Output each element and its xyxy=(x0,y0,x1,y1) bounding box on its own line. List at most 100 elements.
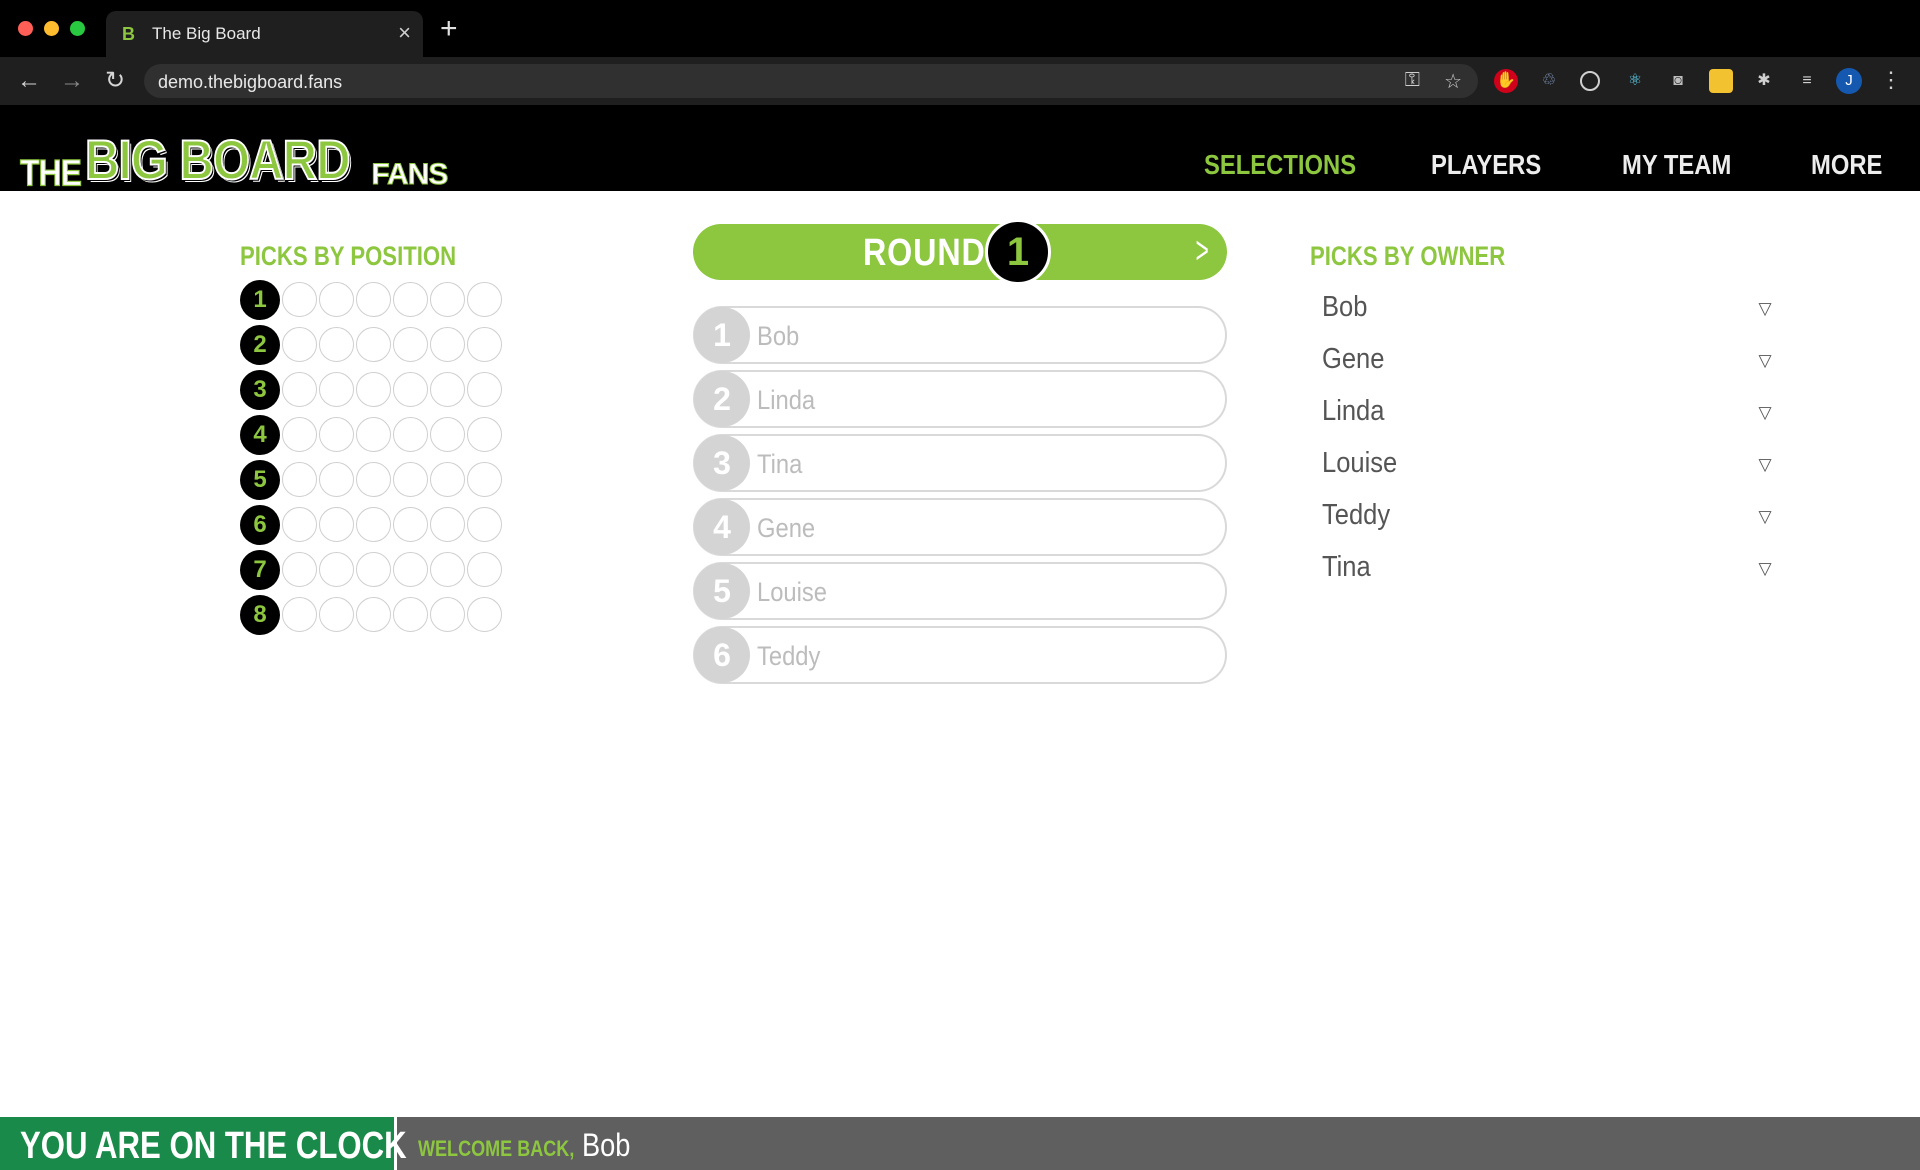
pick-number: 2 xyxy=(694,371,750,427)
pick-slot xyxy=(430,417,465,452)
tab-close-icon[interactable]: × xyxy=(398,21,411,45)
new-tab-icon[interactable]: + xyxy=(440,14,458,44)
pick-slot xyxy=(430,282,465,317)
triangle-down-icon[interactable]: ▽ xyxy=(1750,349,1780,373)
on-the-clock-badge: YOU ARE ON THE CLOCK xyxy=(0,1117,407,1170)
pick-slot xyxy=(393,552,428,587)
triangle-down-icon[interactable]: ▽ xyxy=(1750,557,1780,581)
owner-name: Tina xyxy=(1322,551,1371,583)
owner-row[interactable]: Teddy ▽ xyxy=(1310,495,1780,539)
pick-row[interactable]: 2 Linda xyxy=(693,370,1227,428)
pick-row[interactable]: 3 Tina xyxy=(693,434,1227,492)
pick-owner: Teddy xyxy=(757,641,821,671)
profile-avatar[interactable]: J xyxy=(1836,68,1862,94)
pick-row[interactable]: 5 Louise xyxy=(693,562,1227,620)
nav-my-team[interactable]: MY TEAM xyxy=(1622,149,1731,181)
window-zoom-button[interactable] xyxy=(70,21,85,36)
forward-icon[interactable]: → xyxy=(57,66,87,96)
logo-the: THE xyxy=(20,152,83,195)
pick-slot xyxy=(430,552,465,587)
pick-slot xyxy=(356,507,391,542)
owner-row[interactable]: Tina ▽ xyxy=(1310,547,1780,591)
pick-slot xyxy=(430,507,465,542)
round-number: 1 xyxy=(985,219,1051,285)
key-icon[interactable]: ⚿ xyxy=(1405,69,1420,92)
browser-tab[interactable]: B The Big Board × xyxy=(106,11,423,57)
pick-row[interactable]: 1 Bob xyxy=(693,306,1227,364)
chevron-right-icon[interactable]: > xyxy=(1195,232,1208,270)
pick-number: 1 xyxy=(694,307,750,363)
back-icon[interactable]: ← xyxy=(14,66,44,96)
pick-slot xyxy=(319,597,354,632)
position-number: 6 xyxy=(240,505,280,545)
pick-slot xyxy=(282,417,317,452)
site-logo[interactable]: THE BIG BOARD FANS xyxy=(20,127,449,194)
nav-players[interactable]: PLAYERS xyxy=(1431,149,1541,181)
triangle-down-icon[interactable]: ▽ xyxy=(1750,505,1780,529)
pick-slot xyxy=(467,552,502,587)
pick-slot xyxy=(356,597,391,632)
round-label: ROUND xyxy=(863,232,986,274)
pick-slot xyxy=(319,462,354,497)
pick-slot xyxy=(319,417,354,452)
pick-slot xyxy=(356,552,391,587)
react-devtools-icon[interactable]: ⚛ xyxy=(1623,69,1647,93)
triangle-down-icon[interactable]: ▽ xyxy=(1750,297,1780,321)
pick-slot xyxy=(393,417,428,452)
pick-row[interactable]: 4 Gene xyxy=(693,498,1227,556)
triangle-down-icon[interactable]: ▽ xyxy=(1750,453,1780,477)
pick-number: 4 xyxy=(694,499,750,555)
pick-slot xyxy=(467,462,502,497)
pick-slot xyxy=(319,552,354,587)
owner-row[interactable]: Gene ▽ xyxy=(1310,339,1780,383)
owner-name: Louise xyxy=(1322,447,1398,479)
pick-slot xyxy=(393,507,428,542)
position-number: 2 xyxy=(240,325,280,365)
adblock-extension-icon[interactable]: ✋ xyxy=(1494,69,1518,93)
pick-slot xyxy=(282,372,317,407)
pick-slot xyxy=(319,372,354,407)
pick-slot xyxy=(356,282,391,317)
url-text: demo.thebigboard.fans xyxy=(158,72,343,92)
pick-slot xyxy=(319,282,354,317)
pick-slot xyxy=(467,372,502,407)
owner-row[interactable]: Bob ▽ xyxy=(1310,287,1780,331)
nav-more[interactable]: MORE xyxy=(1811,149,1882,181)
owner-name: Bob xyxy=(1322,291,1368,323)
pick-slot xyxy=(393,282,428,317)
pick-slot xyxy=(282,597,317,632)
welcome-label: WELCOME BACK, xyxy=(418,1136,575,1161)
browser-toolbar: ← → ↻ demo.thebigboard.fans ⚿ ☆ ✋ ♲ ⚛ ◙ … xyxy=(0,57,1920,105)
reload-icon[interactable]: ↻ xyxy=(100,66,130,96)
notes-extension-icon[interactable] xyxy=(1709,69,1733,93)
nav-selections[interactable]: SELECTIONS xyxy=(1204,149,1356,181)
pick-slot xyxy=(467,597,502,632)
more-menu-icon[interactable]: ⋮ xyxy=(1880,67,1902,93)
window-close-button[interactable] xyxy=(18,21,33,36)
puzzle-extensions-icon[interactable]: ✱ xyxy=(1752,69,1776,93)
window-minimize-button[interactable] xyxy=(44,21,59,36)
media-queue-icon[interactable]: ≡ xyxy=(1795,69,1819,93)
pick-slot xyxy=(356,417,391,452)
pick-slot xyxy=(467,327,502,362)
favicon-icon: B xyxy=(122,24,135,44)
pick-owner: Bob xyxy=(757,321,800,351)
logo-big-board: BIG BOARD xyxy=(85,127,352,192)
recycle-extension-icon[interactable]: ♲ xyxy=(1537,69,1561,93)
owner-name: Linda xyxy=(1322,395,1385,427)
pick-slot xyxy=(356,372,391,407)
on-the-clock-text: YOU ARE ON THE CLOCK xyxy=(20,1125,407,1167)
status-footer: YOU ARE ON THE CLOCK WELCOME BACK, Bob xyxy=(0,1117,1920,1170)
owner-row[interactable]: Linda ▽ xyxy=(1310,391,1780,435)
pick-slot xyxy=(319,507,354,542)
address-bar[interactable]: demo.thebigboard.fans ⚿ ☆ xyxy=(144,64,1478,98)
camera-extension-icon[interactable]: ◙ xyxy=(1666,69,1690,93)
pick-row[interactable]: 6 Teddy xyxy=(693,626,1227,684)
owner-name: Gene xyxy=(1322,343,1385,375)
triangle-down-icon[interactable]: ▽ xyxy=(1750,401,1780,425)
pick-slot xyxy=(282,552,317,587)
owner-row[interactable]: Louise ▽ xyxy=(1310,443,1780,487)
star-icon[interactable]: ☆ xyxy=(1444,69,1462,94)
target-extension-icon[interactable] xyxy=(1580,71,1600,91)
pick-number: 5 xyxy=(694,563,750,619)
